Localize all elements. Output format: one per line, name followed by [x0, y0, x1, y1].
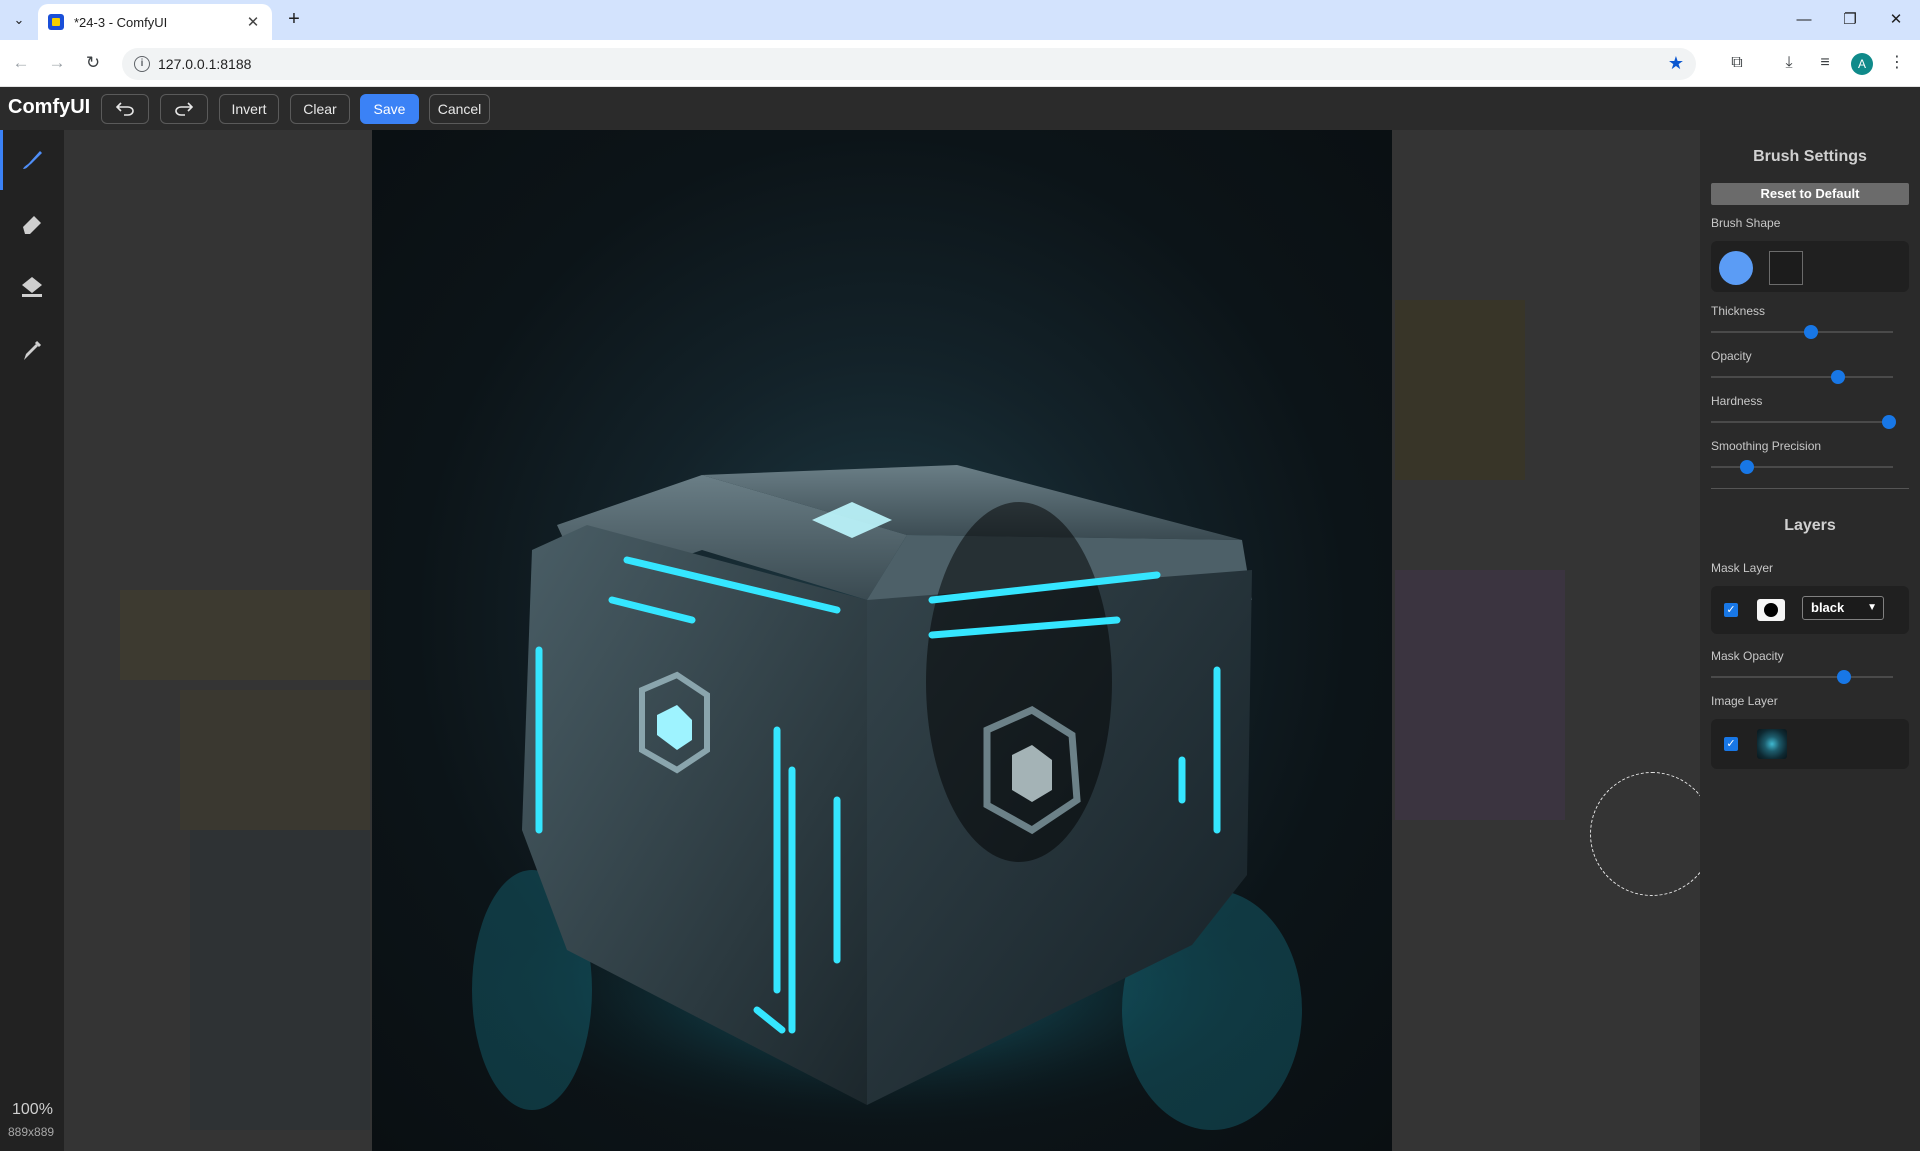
browser-address-bar: ← → ↻ i 127.0.0.1:8188 ★ ⧉ ⤓ ≡ A ⋮ [0, 40, 1920, 87]
media-queue-icon[interactable]: ≡ [1813, 51, 1837, 75]
url-text[interactable]: 127.0.0.1:8188 [158, 56, 251, 72]
close-window-icon[interactable]: ✕ [1879, 6, 1913, 34]
browser-menu-icon[interactable]: ⋮ [1885, 51, 1909, 75]
hardness-slider-thumb[interactable] [1882, 415, 1897, 429]
circle-shape-button[interactable] [1719, 251, 1753, 285]
color-picker-tool-button[interactable] [0, 320, 64, 380]
reload-icon[interactable]: ↻ [80, 50, 106, 76]
background-node [1395, 300, 1525, 480]
opacity-slider[interactable] [1711, 369, 1893, 385]
thickness-slider-thumb[interactable] [1804, 325, 1819, 339]
browser-tab-bar: ⌄ *24-3 - ComfyUI ✕ + — ❐ ✕ [0, 0, 1920, 40]
eraser-tool-button[interactable] [0, 193, 64, 253]
brush-shape-label: Brush Shape [1711, 216, 1781, 230]
mask-preview-icon [1757, 599, 1785, 621]
minimize-icon[interactable]: — [1787, 6, 1821, 34]
eraser-icon [23, 216, 41, 234]
mask-layer-visibility-checkbox[interactable]: ✓ [1724, 603, 1738, 617]
image-canvas[interactable] [372, 130, 1392, 1151]
paint-bucket-tool-button[interactable] [0, 257, 64, 317]
cancel-button[interactable]: Cancel [429, 94, 490, 124]
save-button[interactable]: Save [360, 94, 419, 124]
image-dimensions: 889x889 [8, 1125, 55, 1139]
square-shape-button[interactable] [1769, 251, 1803, 285]
layers-title: Layers [1784, 517, 1836, 534]
tab-title: *24-3 - ComfyUI [74, 14, 168, 30]
opacity-slider-thumb[interactable] [1831, 370, 1846, 384]
forward-arrow-icon[interactable]: → [44, 50, 70, 76]
comfyui-favicon-icon [48, 14, 64, 30]
mask-color-value: black [1811, 600, 1845, 615]
smoothing-precision-slider-thumb[interactable] [1740, 460, 1755, 474]
mask-editor-header: ComfyUI Invert Clear Save Cancel [0, 87, 1920, 130]
opacity-label: Opacity [1711, 349, 1752, 363]
background-node [1395, 570, 1565, 820]
image-layer-thumbnail [1757, 729, 1787, 759]
background-node [120, 590, 370, 680]
bookmark-star-icon[interactable]: ★ [1668, 53, 1684, 74]
reset-to-default-button[interactable]: Reset to Default [1711, 183, 1909, 205]
color-picker-icon [24, 340, 42, 360]
image-layer-label: Image Layer [1711, 694, 1778, 708]
mask-layer-card: ✓ black ▼ [1711, 586, 1909, 634]
hardness-slider[interactable] [1711, 414, 1897, 430]
background-node [190, 830, 370, 1130]
undo-icon [116, 102, 134, 116]
background-node [180, 690, 370, 830]
invert-button[interactable]: Invert [219, 94, 279, 124]
mask-opacity-label: Mask Opacity [1711, 649, 1784, 663]
settings-panel: Brush Settings Reset to Default Brush Sh… [1700, 130, 1920, 1151]
back-arrow-icon[interactable]: ← [8, 50, 34, 76]
mask-opacity-slider[interactable] [1711, 669, 1893, 685]
download-icon[interactable]: ⤓ [1777, 51, 1801, 75]
comfyui-logo: ComfyUI [8, 96, 91, 118]
brush-tool-button[interactable] [0, 130, 64, 190]
restore-icon[interactable]: ❐ [1833, 6, 1867, 34]
section-divider [1711, 488, 1909, 489]
extensions-puzzle-icon[interactable]: ⧉ [1725, 51, 1749, 75]
mask-opacity-slider-thumb[interactable] [1836, 670, 1851, 684]
brush-cursor [1590, 772, 1714, 896]
redo-button[interactable] [160, 94, 208, 124]
cube-image [462, 465, 1302, 1140]
hardness-label: Hardness [1711, 394, 1763, 408]
tool-sidebar: 100% 889x889 [0, 130, 64, 1151]
smoothing-precision-slider[interactable] [1711, 459, 1893, 475]
tab-search-chevron-icon[interactable]: ⌄ [6, 8, 32, 32]
clear-button[interactable]: Clear [290, 94, 350, 124]
url-omnibox[interactable]: i 127.0.0.1:8188 ★ [122, 48, 1696, 80]
smoothing-precision-label: Smoothing Precision [1711, 439, 1822, 453]
brush-shape-card [1711, 241, 1909, 292]
redo-icon [175, 102, 193, 116]
mask-editor-workspace: 100% 889x889 Brush Settings Reset to Def… [0, 130, 1920, 1151]
site-info-icon[interactable]: i [134, 56, 150, 72]
thickness-slider[interactable] [1711, 324, 1893, 340]
chevron-down-icon: ▼ [1867, 602, 1877, 613]
mask-color-select[interactable]: black ▼ [1802, 596, 1884, 620]
undo-button[interactable] [101, 94, 149, 124]
zoom-level: 100% [12, 1101, 53, 1118]
thickness-label: Thickness [1711, 304, 1766, 318]
browser-tab[interactable]: *24-3 - ComfyUI ✕ [38, 4, 272, 40]
profile-avatar[interactable]: A [1851, 53, 1873, 75]
image-layer-visibility-checkbox[interactable]: ✓ [1724, 737, 1738, 751]
new-tab-button[interactable]: + [282, 8, 306, 32]
tab-close-icon[interactable]: ✕ [244, 13, 262, 31]
brush-settings-title: Brush Settings [1753, 148, 1867, 165]
image-layer-card: ✓ [1711, 719, 1909, 769]
paint-bucket-icon [22, 277, 42, 297]
brush-icon [23, 151, 42, 169]
mask-layer-label: Mask Layer [1711, 561, 1774, 575]
mask-stroke [926, 502, 1112, 862]
